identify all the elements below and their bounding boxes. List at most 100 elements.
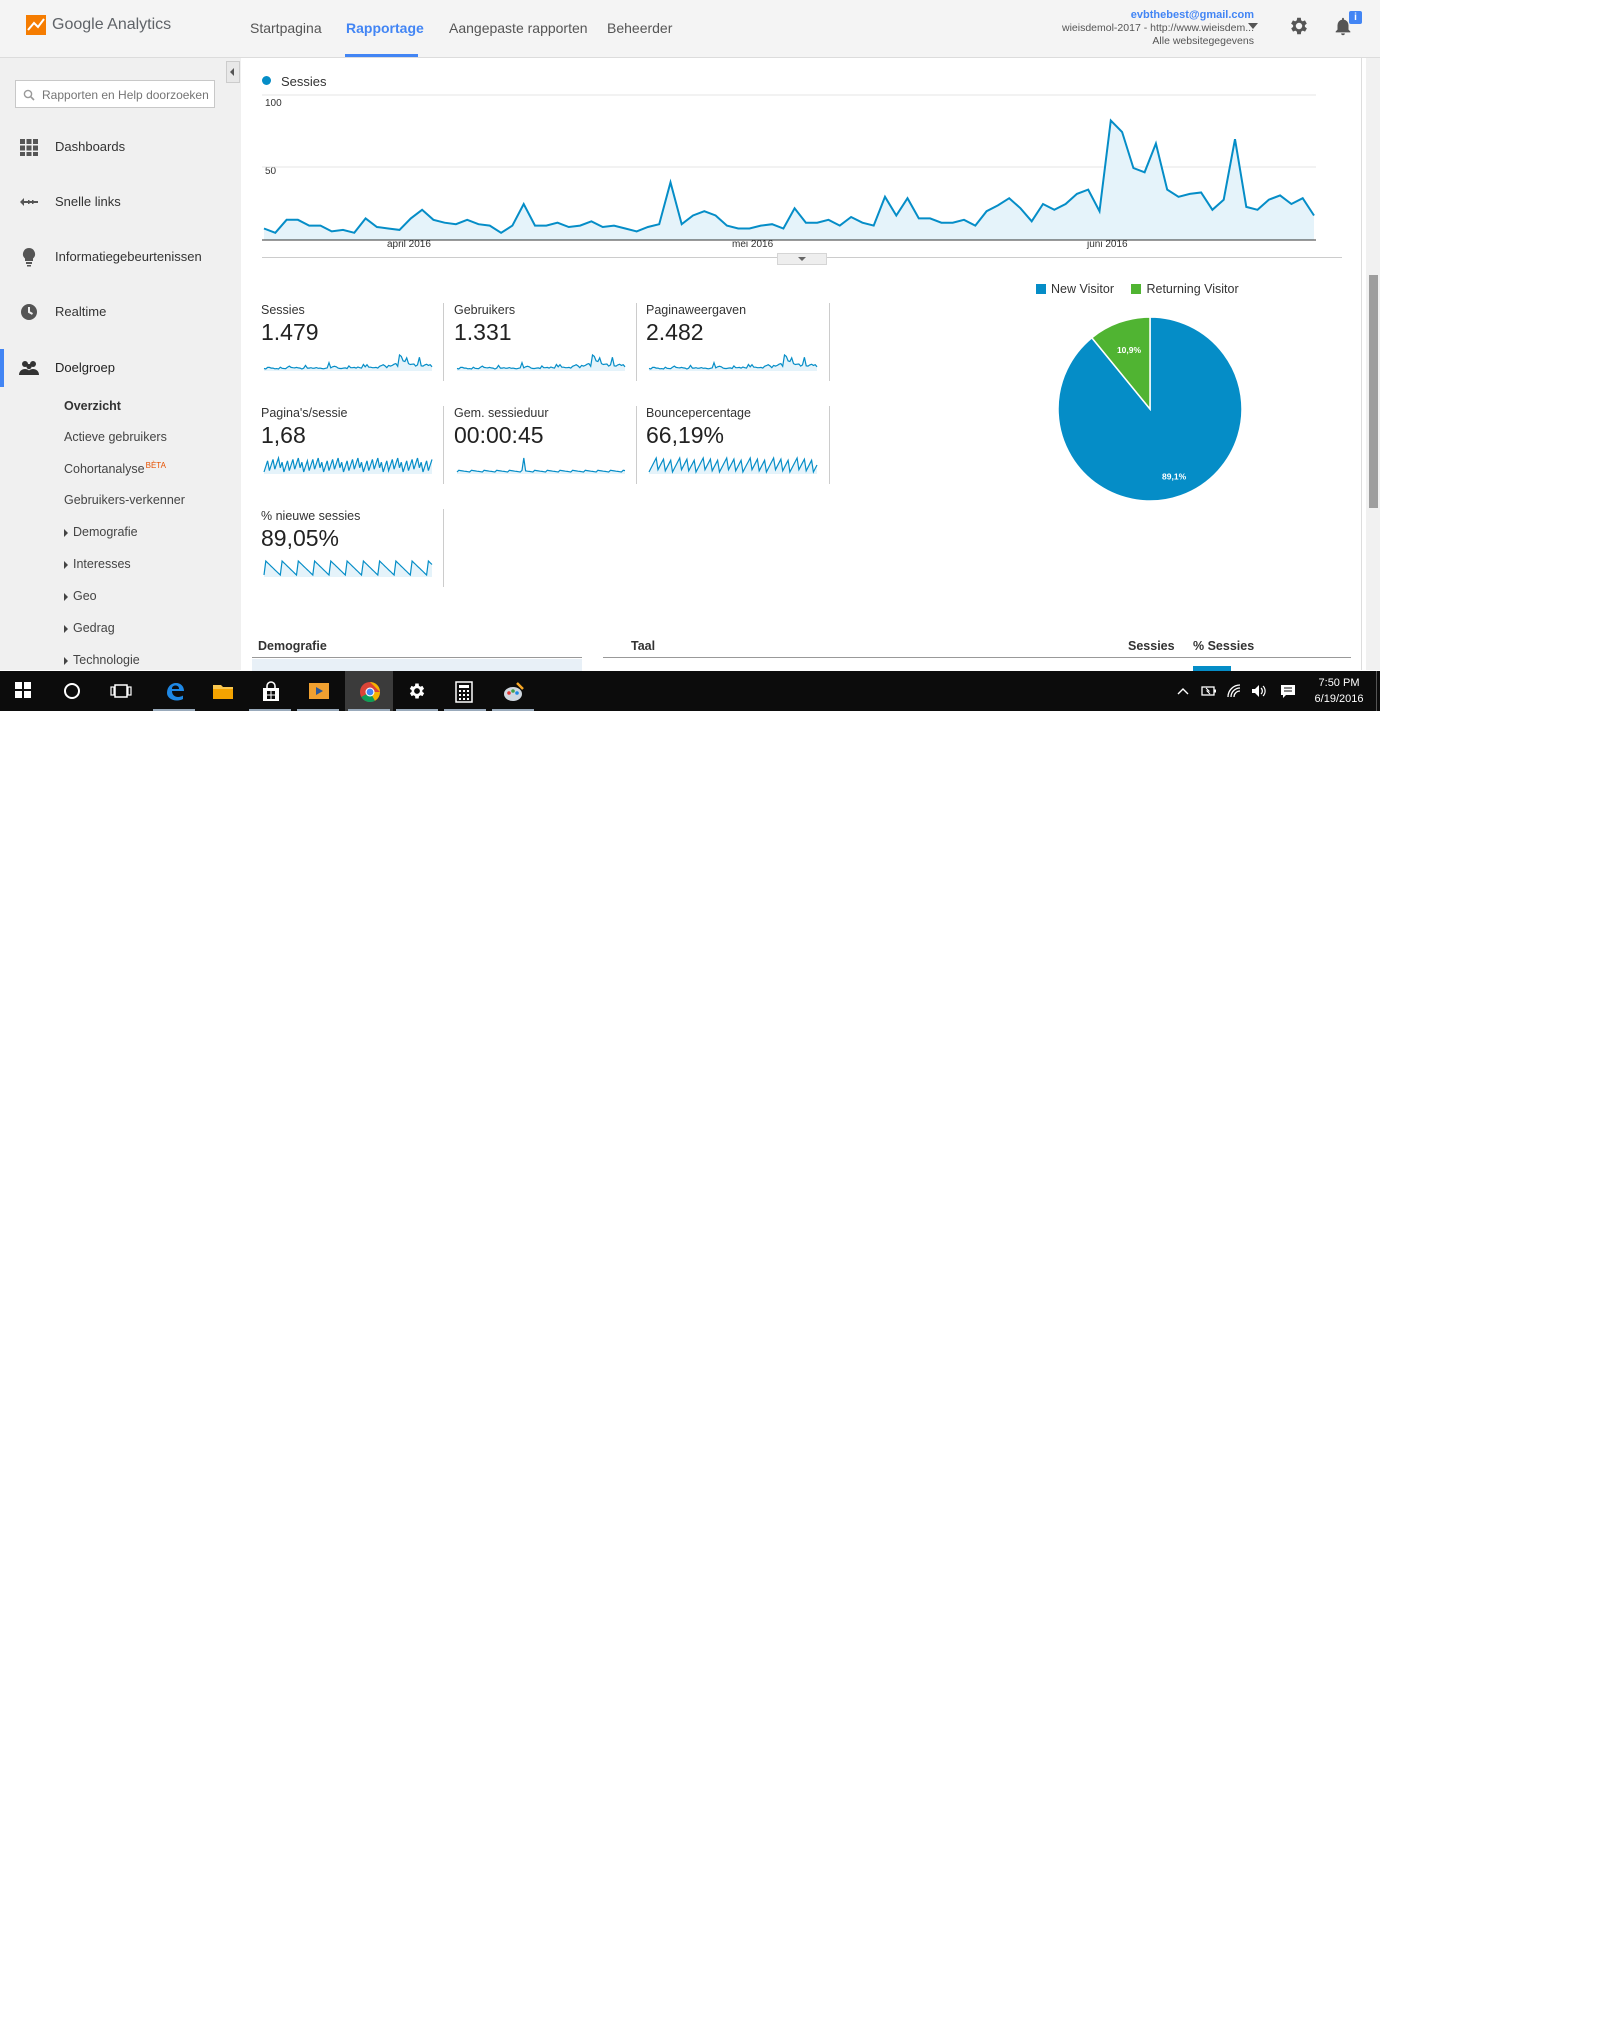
calculator-icon[interactable] (441, 671, 489, 711)
metric-divider (829, 303, 830, 381)
show-desktop-button[interactable] (1376, 671, 1380, 711)
media-player-icon[interactable] (294, 671, 342, 711)
edge-icon[interactable] (150, 671, 198, 711)
legend-label-new: New Visitor (1051, 282, 1114, 296)
sub-item-label: Demografie (73, 525, 138, 539)
account-selector[interactable]: evbthebest@gmail.com wieisdemol-2017 - h… (1062, 9, 1254, 48)
sub-item-interesses[interactable]: Interesses (64, 557, 131, 571)
account-view: Alle websitegegevens (1152, 35, 1254, 47)
metric-label: Paginaweergaven (646, 303, 747, 317)
sidebar-item-doelgroep[interactable]: Doelgroep (0, 348, 241, 388)
task-view-icon[interactable] (96, 671, 144, 711)
paint-icon[interactable] (489, 671, 537, 711)
visitor-type-pie-chart[interactable]: 89,1% 10,9% (1055, 314, 1245, 504)
sessies-column-header[interactable]: Sessies (1128, 639, 1175, 653)
folder-icon (213, 685, 233, 699)
tab-rapportage[interactable]: Rapportage (346, 20, 424, 36)
search-input[interactable] (40, 85, 216, 105)
tab-aangepaste-rapporten[interactable]: Aangepaste rapporten (449, 20, 588, 36)
metric-value: 00:00:45 (454, 422, 544, 448)
metric-sparkline (648, 456, 818, 474)
sub-item-technologie[interactable]: Technologie (64, 653, 140, 667)
running-indicator (396, 709, 438, 711)
metric-nieuwe-sessies[interactable]: % nieuwe sessies 89,05% (261, 509, 446, 587)
windows-start-icon[interactable] (0, 671, 48, 711)
tab-startpagina[interactable]: Startpagina (250, 20, 322, 36)
collapse-sidebar-button[interactable] (226, 61, 240, 83)
sub-item-label: Cohortanalyse (64, 462, 145, 477)
sub-item-actieve-gebruikers[interactable]: Actieve gebruikers (64, 430, 167, 444)
expand-triangle-icon (64, 560, 68, 569)
wifi-icon[interactable] (1226, 683, 1242, 699)
sub-item-cohortanalyse[interactable]: CohortanalyseBÈTA (64, 461, 166, 476)
battery-icon[interactable] (1201, 684, 1217, 698)
metric-value: 1.479 (261, 319, 319, 345)
taal-column-header[interactable]: Taal (631, 639, 655, 653)
taskbar-clock[interactable]: 7:50 PM 6/19/2016 (1309, 675, 1369, 707)
tray-expand-icon[interactable] (1177, 686, 1189, 696)
sidebar-item-label: Informatiegebeurtenissen (55, 249, 202, 264)
sessions-line-chart[interactable] (262, 88, 1328, 248)
x-tick-label: juni 2016 (1087, 239, 1128, 250)
demografie-selected-row[interactable] (252, 659, 582, 671)
sidebar-item-dashboards[interactable]: Dashboards (0, 127, 241, 167)
windows-taskbar: 7:50 PM 6/19/2016 (0, 671, 1380, 711)
metric-label: Sessies (261, 303, 305, 317)
action-center-icon[interactable] (1280, 683, 1296, 699)
chrome-icon[interactable] (345, 671, 393, 711)
expand-triangle-icon (64, 528, 68, 537)
sub-item-geo[interactable]: Geo (64, 589, 97, 603)
content-border (1361, 58, 1362, 670)
pct-sessies-column-header[interactable]: % Sessies (1193, 639, 1254, 653)
x-tick-label: april 2016 (387, 239, 431, 250)
metric-sparkline (456, 353, 626, 371)
metric-sessies[interactable]: Sessies 1.479 (261, 303, 446, 381)
calculator-keys-icon (455, 681, 473, 703)
pie-slice-label: 10,9% (1117, 345, 1142, 355)
google-analytics-logo[interactable]: Google Analytics (26, 15, 171, 35)
settings-cog-icon (409, 683, 425, 699)
sub-item-demografie[interactable]: Demografie (64, 525, 138, 539)
account-dropdown-icon[interactable] (1248, 23, 1258, 29)
report-search-field[interactable] (15, 80, 216, 108)
metric-paginas-per-sessie[interactable]: Pagina's/sessie 1,68 (261, 406, 446, 484)
sidebar-item-realtime[interactable]: Realtime (0, 292, 241, 332)
chart-expand-toggle[interactable] (777, 253, 827, 265)
settings-icon[interactable] (393, 671, 441, 711)
settings-gear-icon[interactable] (1288, 15, 1310, 37)
scrollbar-thumb[interactable] (1369, 275, 1378, 508)
top-header: Google Analytics Startpagina Rapportage … (0, 0, 1380, 58)
pie-legend: New Visitor Returning Visitor (1036, 282, 1239, 296)
metric-bouncepercentage[interactable]: Bouncepercentage 66,19% (646, 406, 831, 484)
pie-slice-label: 89,1% (1162, 472, 1187, 482)
file-explorer-icon[interactable] (198, 671, 246, 711)
cortana-icon[interactable] (48, 671, 96, 711)
metric-gebruikers[interactable]: Gebruikers 1.331 (454, 303, 639, 381)
sub-item-gedrag[interactable]: Gedrag (64, 621, 115, 635)
running-indicator (249, 709, 291, 711)
demografie-header-label: Demografie (258, 639, 327, 653)
metric-paginaweergaven[interactable]: Paginaweergaven 2.482 (646, 303, 831, 381)
sidebar-item-snelle-links[interactable]: Snelle links (0, 182, 241, 222)
sub-item-gebruikers-verkenner[interactable]: Gebruikers-verkenner (64, 493, 185, 507)
metric-label: Gem. sessieduur (454, 406, 549, 420)
sub-item-label: Gedrag (73, 621, 115, 635)
volume-icon[interactable] (1250, 683, 1268, 699)
metric-label: % nieuwe sessies (261, 509, 361, 523)
running-indicator (492, 709, 534, 711)
edge-browser-icon (167, 683, 184, 701)
metric-divider (636, 406, 637, 484)
sidebar-item-label: Snelle links (55, 194, 121, 209)
sub-item-label: Geo (73, 589, 97, 603)
account-email: evbthebest@gmail.com (1130, 9, 1254, 21)
sparkline-fill (264, 561, 432, 577)
store-icon[interactable] (246, 671, 294, 711)
app-name: Google Analytics (52, 16, 172, 33)
sidebar-item-informatiegebeurtenissen[interactable]: Informatiegebeurtenissen (0, 237, 241, 277)
clock-date: 6/19/2016 (1314, 693, 1364, 705)
shortcut-arrow-icon (20, 198, 38, 206)
tab-beheerder[interactable]: Beheerder (607, 20, 672, 36)
metric-divider (443, 406, 444, 484)
sub-item-overzicht[interactable]: Overzicht (64, 399, 121, 413)
metric-gem-sessieduur[interactable]: Gem. sessieduur 00:00:45 (454, 406, 639, 484)
